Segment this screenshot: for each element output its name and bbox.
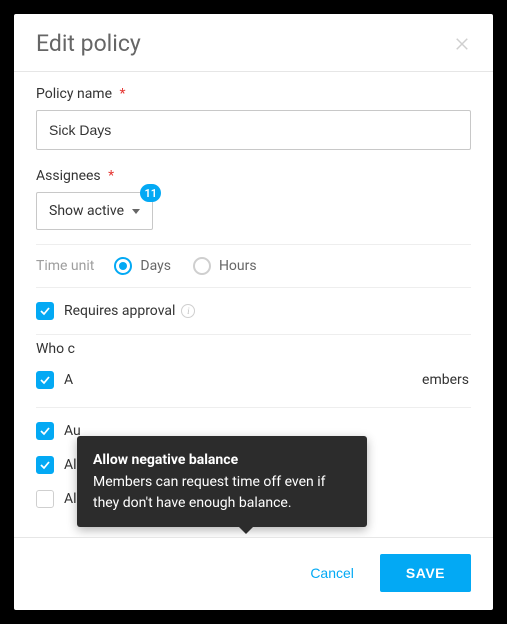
radio-icon bbox=[193, 257, 211, 275]
policy-name-label: Policy name * bbox=[36, 86, 471, 102]
tooltip-title: Allow negative balance bbox=[93, 450, 351, 470]
radio-label: Days bbox=[140, 258, 171, 274]
info-icon[interactable]: i bbox=[181, 304, 195, 318]
admins-checkbox[interactable] bbox=[36, 371, 54, 389]
auto-checkbox[interactable] bbox=[36, 422, 54, 440]
assignees-label: Assignees * bbox=[36, 168, 471, 184]
dialog-title: Edit policy bbox=[36, 30, 141, 57]
assignees-label-text: Assignees bbox=[36, 168, 101, 184]
required-asterisk: * bbox=[120, 86, 126, 102]
assignees-dropdown[interactable]: Show active 11 bbox=[36, 192, 153, 230]
time-unit-row: Time unit Days Hours bbox=[36, 245, 471, 287]
save-button[interactable]: SAVE bbox=[380, 554, 471, 592]
tooltip-body: Members can request time off even if the… bbox=[93, 472, 351, 513]
chevron-down-icon bbox=[132, 209, 140, 214]
allow-negative-checkbox[interactable] bbox=[36, 456, 54, 474]
time-unit-label: Time unit bbox=[36, 258, 94, 274]
dialog-header: Edit policy bbox=[14, 14, 493, 71]
tooltip-arrow-icon bbox=[239, 527, 253, 534]
allow-negative-tooltip: Allow negative balance Members can reque… bbox=[77, 436, 367, 527]
radio-icon bbox=[114, 257, 132, 275]
time-unit-days-radio[interactable]: Days bbox=[114, 257, 171, 275]
allow-half-day-checkbox[interactable] bbox=[36, 490, 54, 508]
radio-label: Hours bbox=[219, 258, 257, 274]
assignees-count-badge: 11 bbox=[140, 184, 161, 202]
who-can-approve-label: Who c bbox=[36, 341, 471, 357]
required-asterisk: * bbox=[108, 168, 114, 184]
cancel-button[interactable]: Cancel bbox=[304, 557, 360, 589]
dialog-footer: Cancel SAVE bbox=[14, 538, 493, 610]
close-icon[interactable] bbox=[453, 35, 471, 53]
admins-row: A embers bbox=[36, 363, 471, 397]
edit-policy-dialog: Edit policy Policy name * Assignees * Sh… bbox=[14, 14, 493, 610]
admins-label-end: embers bbox=[422, 372, 471, 388]
admins-label-start: A bbox=[64, 372, 73, 388]
divider bbox=[36, 334, 471, 335]
dialog-body: Policy name * Assignees * Show active 11… bbox=[14, 72, 493, 537]
requires-approval-checkbox[interactable] bbox=[36, 302, 54, 320]
policy-name-input[interactable] bbox=[36, 110, 471, 150]
requires-approval-row: Requires approval i bbox=[36, 288, 471, 334]
policy-name-label-text: Policy name bbox=[36, 86, 112, 102]
requires-approval-label: Requires approval bbox=[64, 303, 175, 319]
time-unit-hours-radio[interactable]: Hours bbox=[193, 257, 257, 275]
assignees-dropdown-label: Show active bbox=[49, 203, 124, 219]
